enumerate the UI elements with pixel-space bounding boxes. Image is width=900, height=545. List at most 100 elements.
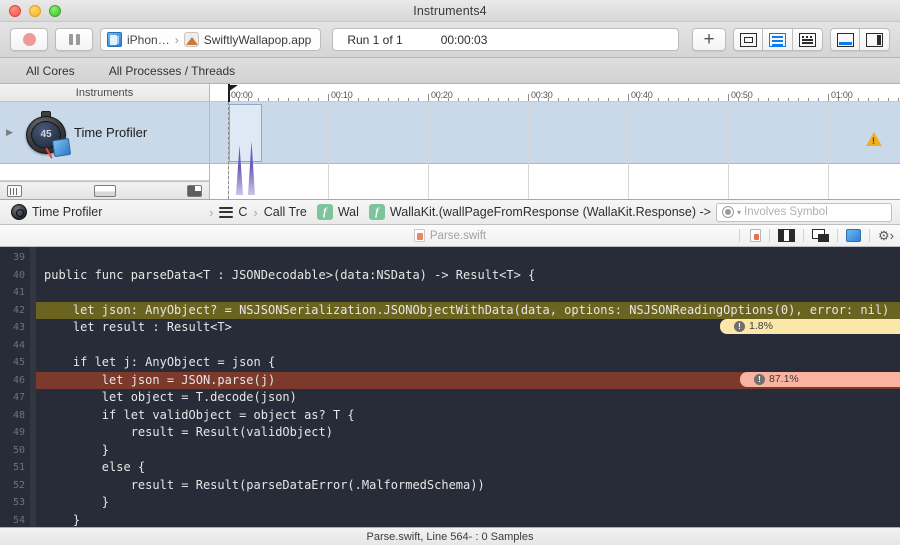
xcode-badge-icon bbox=[51, 137, 72, 157]
pause-button[interactable] bbox=[55, 28, 93, 51]
code-line[interactable]: } bbox=[36, 512, 900, 528]
run-status-field[interactable]: Run 1 of 1 00:00:03 bbox=[332, 28, 679, 51]
search-input[interactable]: ▾ Involves Symbol bbox=[716, 202, 892, 222]
ruler-tick-minor bbox=[318, 98, 319, 101]
add-instrument-button[interactable]: + bbox=[692, 28, 726, 51]
ruler-tick-major bbox=[828, 94, 829, 101]
ruler-tick-minor bbox=[348, 98, 349, 101]
stack-view-icon[interactable] bbox=[812, 229, 830, 242]
ruler-tick-major bbox=[328, 94, 329, 101]
jumpbar-crumb-3[interactable]: f WallaKit.(wallPageFromResponse (WallaK… bbox=[364, 204, 716, 220]
ruler-tick-minor bbox=[838, 98, 839, 101]
lane-gridline bbox=[428, 102, 429, 199]
device-icon bbox=[107, 32, 122, 47]
divider bbox=[769, 229, 771, 242]
line-number-gutter: 3940414243444546474849505152535455565758… bbox=[0, 247, 30, 527]
ruler-tick-minor bbox=[548, 98, 549, 101]
instrument-track-time-profiler[interactable]: ▶ 45 Time Profiler bbox=[0, 102, 209, 164]
code-line[interactable]: result = Result(validObject) bbox=[36, 424, 900, 442]
ruler-tick-minor bbox=[658, 98, 659, 101]
track-detail-icon[interactable] bbox=[7, 184, 22, 197]
file-tab-bar: Parse.swift ⚙› bbox=[0, 225, 900, 247]
function-icon: f bbox=[316, 204, 333, 220]
xcode-icon[interactable] bbox=[846, 229, 862, 242]
code-line[interactable]: let result : Result<T> bbox=[36, 319, 900, 337]
instrument-list: Instruments ▶ 45 Time Profiler bbox=[0, 84, 210, 199]
timeline-graph[interactable]: 00:00 00:10 00:20 00:30 00:40 00:50 01:00 bbox=[210, 84, 900, 199]
jumpbar-crumb-0-label: C bbox=[238, 205, 248, 219]
track-layout-icon[interactable] bbox=[187, 184, 202, 197]
code-line[interactable]: result = Result(parseDataError(.Malforme… bbox=[36, 477, 900, 495]
cpu-strategy-button[interactable] bbox=[733, 28, 763, 51]
source-editor[interactable]: 3940414243444546474849505152535455565758… bbox=[0, 247, 900, 527]
jumpbar-crumb-0[interactable]: C bbox=[214, 204, 252, 220]
timeline-lanes[interactable] bbox=[210, 102, 900, 199]
stopwatch-dial-number: 45 bbox=[40, 128, 52, 140]
ruler-tick-minor bbox=[298, 98, 299, 101]
warning-triangle-icon[interactable] bbox=[866, 132, 882, 146]
ruler-tick-minor bbox=[768, 98, 769, 101]
track-zoom-icon[interactable] bbox=[93, 184, 116, 197]
source-doc-icon[interactable] bbox=[750, 229, 762, 242]
disclosure-triangle-icon[interactable]: ▶ bbox=[6, 127, 18, 138]
ruler-tick-minor bbox=[818, 98, 819, 101]
jumpbar-crumb-1[interactable]: Call Tre bbox=[259, 205, 312, 219]
line-number: 46 bbox=[12, 374, 25, 386]
assistant-columns-icon[interactable] bbox=[778, 229, 796, 242]
right-panel-button[interactable] bbox=[860, 28, 890, 51]
target-selector[interactable]: iPhon… › SwiftlyWallapop.app bbox=[100, 28, 322, 51]
ruler-tick-minor bbox=[888, 98, 889, 101]
time-profiler-lane[interactable] bbox=[210, 102, 900, 164]
search-scope-icon[interactable] bbox=[722, 206, 734, 218]
code-line[interactable]: if let j: AnyObject = json { bbox=[36, 354, 900, 372]
jumpbar-crumb-2[interactable]: f Wal bbox=[312, 204, 364, 220]
code-content[interactable]: public func parseData<T : JSONDecodable>… bbox=[36, 247, 900, 527]
code-line[interactable] bbox=[36, 249, 900, 267]
list-view-button[interactable] bbox=[763, 28, 793, 51]
jumpbar-instrument[interactable]: Time Profiler bbox=[6, 204, 107, 220]
record-button[interactable] bbox=[10, 28, 48, 51]
ruler-label: 00:20 bbox=[431, 90, 453, 100]
all-processes-selector[interactable]: All Processes / Threads bbox=[75, 64, 236, 78]
ruler-tick-minor bbox=[668, 98, 669, 101]
search-placeholder: Involves Symbol bbox=[744, 206, 828, 218]
code-line[interactable]: public func parseData<T : JSONDecodable>… bbox=[36, 267, 900, 285]
all-cores-selector[interactable]: All Cores bbox=[0, 64, 75, 78]
code-line[interactable]: let json: AnyObject? = NSJSONSerializati… bbox=[36, 301, 900, 319]
ruler-tick-minor bbox=[258, 98, 259, 101]
ruler-tick-minor bbox=[408, 98, 409, 101]
percentage-label: 87.1% bbox=[769, 373, 799, 385]
ruler-tick-minor bbox=[748, 98, 749, 101]
ruler-tick-minor bbox=[568, 98, 569, 101]
pause-icon bbox=[68, 34, 80, 45]
code-line[interactable]: else { bbox=[36, 459, 900, 477]
window-titlebar: × – + Instruments4 bbox=[0, 0, 900, 22]
ruler-label: 00:50 bbox=[731, 90, 753, 100]
ruler-tick-minor bbox=[488, 98, 489, 101]
sample-percentage-badge[interactable]: ! 87.1% bbox=[740, 372, 900, 387]
instrument-list-empty-area bbox=[0, 164, 209, 181]
line-number: 53 bbox=[12, 497, 25, 508]
lane-gridline bbox=[828, 102, 829, 199]
code-line[interactable]: } bbox=[36, 442, 900, 460]
grid-view-button[interactable] bbox=[793, 28, 823, 51]
code-line[interactable]: } bbox=[36, 494, 900, 512]
time-profiler-icon bbox=[11, 204, 27, 220]
code-line[interactable]: let object = T.decode(json) bbox=[36, 389, 900, 407]
ruler-tick-minor bbox=[708, 98, 709, 101]
code-line[interactable] bbox=[36, 284, 900, 302]
ruler-tick-minor bbox=[608, 98, 609, 101]
chevron-down-icon[interactable]: ▾ bbox=[737, 208, 741, 217]
time-selection-region[interactable] bbox=[229, 104, 262, 162]
ruler-tick-minor bbox=[718, 98, 719, 101]
timeline-ruler[interactable]: 00:00 00:10 00:20 00:30 00:40 00:50 01:00 bbox=[210, 84, 900, 102]
line-number: 49 bbox=[12, 427, 25, 438]
code-line[interactable] bbox=[36, 337, 900, 355]
jumpbar-crumb-2-label: Wal bbox=[337, 205, 359, 219]
bottom-panel-button[interactable] bbox=[830, 28, 860, 51]
line-number: 44 bbox=[12, 339, 25, 351]
list-icon bbox=[769, 32, 786, 47]
ruler-tick-minor bbox=[878, 98, 879, 101]
gear-icon[interactable]: ⚙› bbox=[878, 229, 894, 242]
code-line[interactable]: if let validObject = object as? T { bbox=[36, 407, 900, 425]
